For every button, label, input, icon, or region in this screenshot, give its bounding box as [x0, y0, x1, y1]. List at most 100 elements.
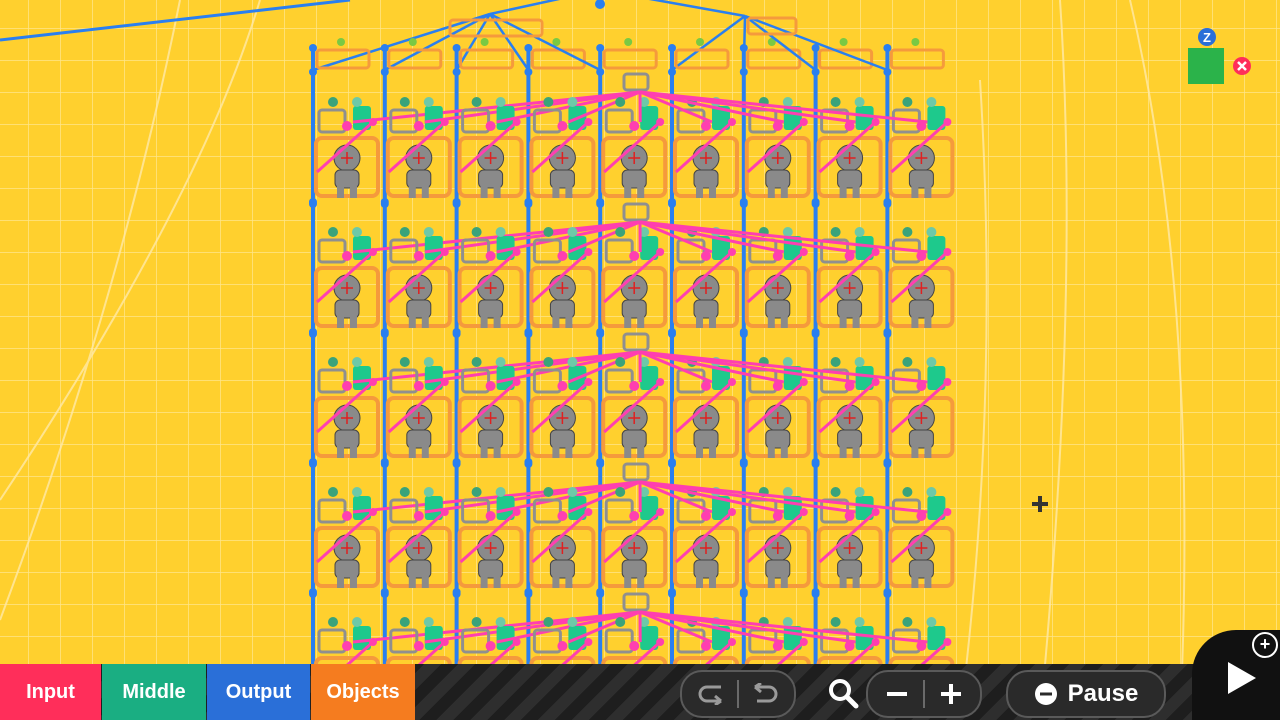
wire-node	[668, 588, 676, 596]
pink-node	[512, 248, 521, 256]
figure-body	[908, 559, 934, 579]
node-icon	[423, 617, 434, 627]
node-icon	[782, 487, 793, 497]
pink-node	[871, 118, 880, 126]
wire-node	[309, 458, 317, 466]
node-icon	[567, 487, 578, 497]
wire-node	[309, 68, 317, 76]
figure-leg	[780, 316, 788, 328]
pink-node	[557, 511, 568, 521]
wire-node	[452, 198, 461, 206]
pink-node	[728, 248, 736, 256]
undo-icon[interactable]	[687, 683, 737, 705]
node-icon	[471, 617, 482, 627]
magnifier-icon	[826, 676, 860, 710]
wire-node	[668, 68, 676, 76]
node-icon	[423, 97, 434, 107]
figure-body	[908, 299, 934, 319]
figure-leg	[637, 446, 645, 458]
figure-leg	[767, 316, 775, 328]
wire-node	[811, 328, 820, 336]
wire-node	[596, 198, 605, 206]
pink-node	[629, 511, 640, 521]
zoom-in-button[interactable]	[925, 682, 977, 706]
figure-body	[765, 429, 791, 449]
figure-body	[334, 169, 360, 189]
pink-node	[916, 641, 927, 651]
pink-node	[485, 251, 496, 261]
pink-node	[799, 118, 808, 126]
category-tab-input[interactable]: Input	[0, 664, 101, 720]
minus-icon	[887, 692, 907, 696]
figure-leg	[565, 186, 573, 198]
figure-body	[406, 169, 432, 189]
wire-node	[811, 44, 820, 52]
figure-leg	[350, 446, 357, 458]
node-icon	[830, 357, 841, 367]
node-icon	[471, 357, 482, 367]
pink-node	[413, 121, 424, 131]
node-icon	[352, 227, 362, 237]
figure-leg	[624, 446, 632, 458]
figure-leg	[624, 186, 632, 198]
node-icon	[854, 97, 865, 107]
pink-node	[916, 511, 927, 521]
wire-node	[739, 588, 748, 596]
zoom-out-button[interactable]	[871, 682, 923, 706]
pink-node	[943, 248, 952, 256]
figure-body	[693, 559, 719, 579]
pink-node	[871, 638, 880, 646]
figure-leg	[911, 316, 919, 328]
pink-node	[629, 641, 640, 651]
figure-body	[621, 299, 647, 319]
pink-node	[557, 251, 568, 261]
figure-leg	[408, 446, 416, 458]
wire-node	[524, 328, 533, 336]
wire-node	[811, 68, 820, 76]
node-icon	[543, 227, 554, 237]
pause-button[interactable]: Pause	[1006, 670, 1166, 718]
redo-icon[interactable]	[739, 683, 789, 705]
pink-node	[943, 118, 952, 126]
nodon-canvas[interactable]: Z	[0, 0, 1280, 720]
figure-leg	[337, 316, 344, 328]
node-icon	[328, 97, 338, 107]
node-icon	[543, 97, 554, 107]
node-icon	[495, 487, 506, 497]
figure-leg	[709, 446, 716, 458]
pink-node	[772, 511, 783, 521]
figure-leg	[408, 316, 416, 328]
pink-node	[413, 511, 424, 521]
pink-node	[728, 118, 736, 126]
figure-body	[908, 429, 934, 449]
pause-label: Pause	[1067, 680, 1139, 707]
figure-body	[908, 169, 934, 189]
pink-node	[943, 638, 952, 646]
figure-leg	[493, 576, 501, 588]
wire-node	[668, 328, 676, 336]
node-icon	[471, 227, 482, 237]
node-icon	[854, 227, 865, 237]
category-tab-middle[interactable]: Middle	[102, 664, 206, 720]
wire-node	[668, 458, 676, 466]
wire-node	[309, 198, 317, 206]
figure-body	[549, 559, 575, 579]
category-tab-objects[interactable]: Objects	[311, 664, 415, 720]
pink-node	[871, 508, 880, 516]
pink-node	[369, 378, 377, 386]
figure-leg	[552, 186, 560, 198]
pink-node	[485, 511, 496, 521]
figure-body	[621, 429, 647, 449]
add-icon[interactable]: +	[1252, 632, 1278, 658]
pink-node	[629, 251, 640, 261]
node-icon	[902, 487, 913, 497]
play-icon	[1228, 662, 1256, 694]
wire-node	[380, 588, 389, 596]
category-tab-output[interactable]: Output	[207, 664, 310, 720]
pink-node	[512, 118, 521, 126]
pink-node	[656, 638, 665, 646]
figure-leg	[350, 316, 357, 328]
wire-node	[380, 44, 389, 52]
wire-node	[524, 458, 533, 466]
pink-node	[440, 118, 449, 126]
